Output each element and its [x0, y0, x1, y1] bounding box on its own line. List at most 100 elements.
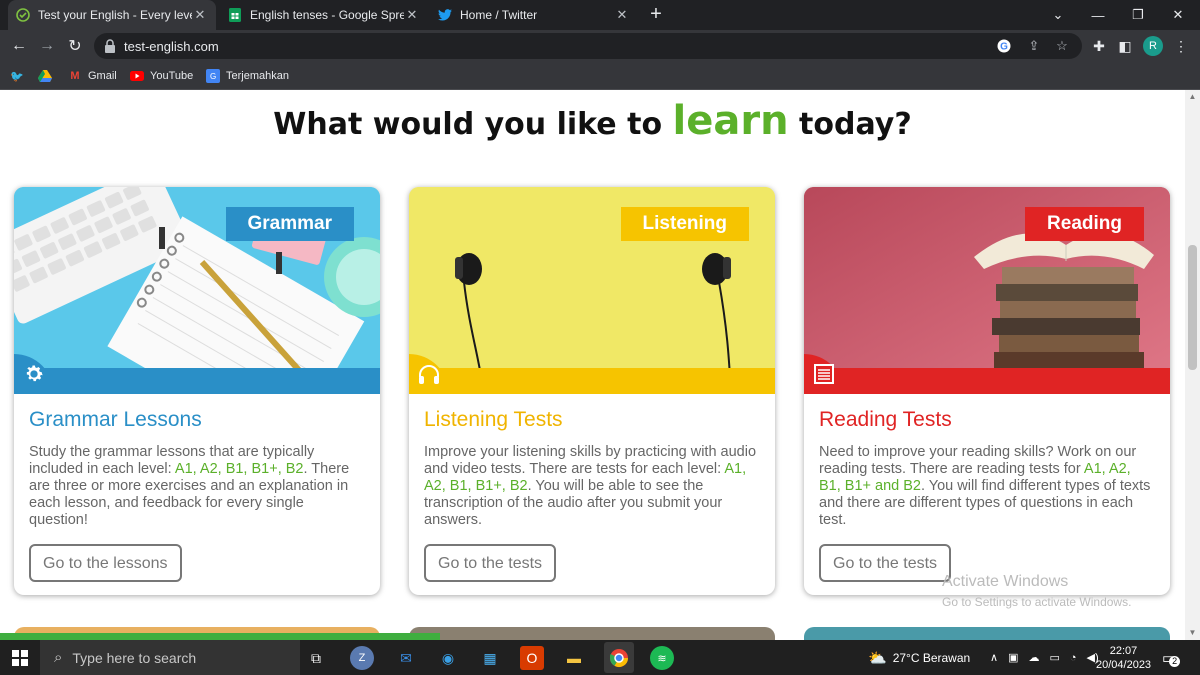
activate-windows-title: Activate Windows	[942, 573, 1069, 590]
mail-icon[interactable]: ✉	[394, 646, 418, 670]
tray-icons[interactable]: ∧ ▣ ☁ ▭ ◔ ◀)	[990, 640, 1099, 675]
card-title[interactable]: Grammar Lessons	[29, 408, 365, 432]
google-translate-icon: G	[206, 69, 220, 83]
store-icon[interactable]: ▦	[478, 646, 502, 670]
bookmarks-bar: 🐦 M Gmail YouTube G Terjemahkan	[0, 62, 1200, 90]
clock-date: 20/04/2023	[1096, 658, 1152, 671]
bookmark-drive[interactable]	[38, 67, 58, 85]
bookmark-label: YouTube	[150, 70, 194, 82]
file-explorer-icon[interactable]: ▬	[562, 646, 586, 670]
tab-title: Test your English - Every level and	[38, 8, 192, 22]
google-drive-icon	[38, 69, 52, 83]
card-title[interactable]: Listening Tests	[424, 408, 760, 432]
profile-avatar[interactable]: R	[1143, 36, 1163, 56]
side-panel-icon[interactable]: ◧	[1114, 35, 1136, 57]
go-to-listening-tests-button[interactable]: Go to the tests	[424, 544, 557, 582]
category-label: Listening	[620, 207, 749, 241]
card-grammar: Grammar Grammar Lessons Study the gramma…	[14, 187, 380, 595]
zoom-app-icon[interactable]: Z	[350, 646, 374, 670]
card-reading: Reading Reading Tests Need to improve yo…	[804, 187, 1170, 595]
twitter-icon	[438, 8, 452, 22]
next-card-peek	[409, 627, 775, 640]
scroll-up-icon[interactable]: ▲	[1185, 90, 1200, 104]
listening-card-image[interactable]: Listening	[409, 187, 775, 394]
bookmark-translate[interactable]: G Terjemahkan	[206, 67, 289, 85]
google-icon[interactable]: G	[996, 38, 1012, 54]
weather-icon: ⛅	[868, 649, 887, 667]
tab-search-chevron-icon[interactable]: ⌄	[1038, 0, 1078, 30]
web-page: What would you like to learn today? Gram…	[0, 90, 1185, 640]
notifications-button[interactable]: ▭ 2	[1162, 640, 1181, 675]
category-band	[804, 368, 1170, 394]
reading-card-image[interactable]: Reading	[804, 187, 1170, 394]
google-sheets-icon	[228, 8, 242, 22]
category-label: Grammar	[225, 207, 354, 241]
clock-time: 22:07	[1109, 644, 1138, 657]
card-description: Study the grammar lessons that are typic…	[29, 444, 365, 529]
close-tab-icon[interactable]: ✕	[614, 7, 630, 23]
notification-count: 2	[1169, 656, 1181, 667]
weather-text: 27°C Berawan	[892, 650, 971, 665]
twitter-icon: 🐦	[10, 70, 24, 83]
tab-bar: Test your English - Every level and ✕ En…	[0, 0, 1200, 30]
category-label: Reading	[1025, 207, 1144, 241]
back-arrow-icon[interactable]: ←	[8, 35, 30, 57]
task-view-icon[interactable]: ⧉	[304, 646, 328, 670]
bookmark-label: Terjemahkan	[226, 70, 289, 82]
close-tab-icon[interactable]: ✕	[192, 7, 208, 23]
headline-accent: learn	[672, 98, 789, 144]
bookmark-youtube[interactable]: YouTube	[130, 67, 193, 85]
card-listening: Listening Listening Tests Improve your l…	[409, 187, 775, 595]
gmail-icon: M	[70, 70, 80, 82]
tab-test-english[interactable]: Test your English - Every level and ✕	[8, 0, 216, 30]
svg-text:G: G	[210, 72, 216, 81]
page-scrollbar[interactable]: ▲ ▼	[1185, 90, 1200, 640]
menu-dots-icon[interactable]: ⋮	[1170, 35, 1192, 57]
level-list: A1, A2, B1, B1+, B2	[174, 461, 304, 477]
grammar-card-image[interactable]: Grammar	[14, 187, 380, 394]
browser-toolbar: ← → ↻ test-english.com G ⇪ ☆ ✚ ◧ R ⋮	[0, 30, 1200, 62]
card-title[interactable]: Reading Tests	[819, 408, 1155, 432]
green-strip	[0, 633, 440, 640]
tab-google-sheets[interactable]: English tenses - Google Spreadsh ✕	[220, 0, 428, 30]
windows-start-icon[interactable]	[12, 650, 28, 666]
bookmark-star-icon[interactable]: ☆	[1054, 38, 1070, 54]
tab-twitter[interactable]: Home / Twitter ✕	[430, 0, 638, 30]
svg-text:G: G	[1000, 42, 1008, 53]
extensions-icon[interactable]: ✚	[1088, 35, 1110, 57]
bookmark-gmail[interactable]: M Gmail	[68, 67, 116, 85]
reload-icon[interactable]: ↻	[64, 35, 86, 57]
edge-icon[interactable]: ◉	[436, 646, 460, 670]
chrome-taskbar-icon[interactable]	[604, 642, 634, 673]
go-to-reading-tests-button[interactable]: Go to the tests	[819, 544, 952, 582]
scroll-down-icon[interactable]: ▼	[1185, 626, 1200, 640]
spotify-icon[interactable]: ≋	[650, 646, 674, 670]
new-tab-icon[interactable]: +	[645, 4, 667, 26]
bookmark-twitter[interactable]: 🐦	[10, 67, 30, 85]
device-icon[interactable]: ▣	[1008, 651, 1018, 664]
url-text: test-english.com	[124, 39, 219, 54]
clock[interactable]: 22:07 20/04/2023	[1096, 640, 1151, 675]
close-window-icon[interactable]: ✕	[1158, 0, 1198, 30]
office-icon[interactable]: O	[520, 646, 544, 670]
share-icon[interactable]: ⇪	[1026, 38, 1042, 54]
card-description: Improve your listening skills by practic…	[424, 444, 760, 529]
search-icon: ⌕	[54, 649, 63, 666]
battery-icon[interactable]: ▭	[1049, 651, 1059, 664]
tab-title: Home / Twitter	[460, 8, 538, 22]
forward-arrow-icon[interactable]: →	[36, 35, 58, 57]
category-band	[409, 368, 775, 394]
windows-taskbar: ⌕ Type here to search ⧉ Z ✉ ◉ ▦ O ▬ ≋ ⛅ …	[0, 640, 1200, 675]
minimize-icon[interactable]: —	[1078, 0, 1118, 30]
chevron-up-icon[interactable]: ∧	[990, 651, 998, 664]
address-bar[interactable]: test-english.com G ⇪ ☆	[94, 33, 1082, 59]
taskbar-search-box[interactable]: ⌕ Type here to search	[40, 640, 300, 675]
cloud-icon[interactable]: ☁	[1028, 651, 1039, 664]
wifi-icon[interactable]: ◔	[1070, 652, 1077, 664]
close-tab-icon[interactable]: ✕	[404, 7, 420, 23]
restore-icon[interactable]: ❐	[1118, 0, 1158, 30]
scroll-thumb[interactable]	[1188, 245, 1197, 370]
headline-text: today?	[799, 107, 912, 142]
go-to-lessons-button[interactable]: Go to the lessons	[29, 544, 182, 582]
weather-widget[interactable]: ⛅ 27°C Berawan	[868, 640, 970, 675]
